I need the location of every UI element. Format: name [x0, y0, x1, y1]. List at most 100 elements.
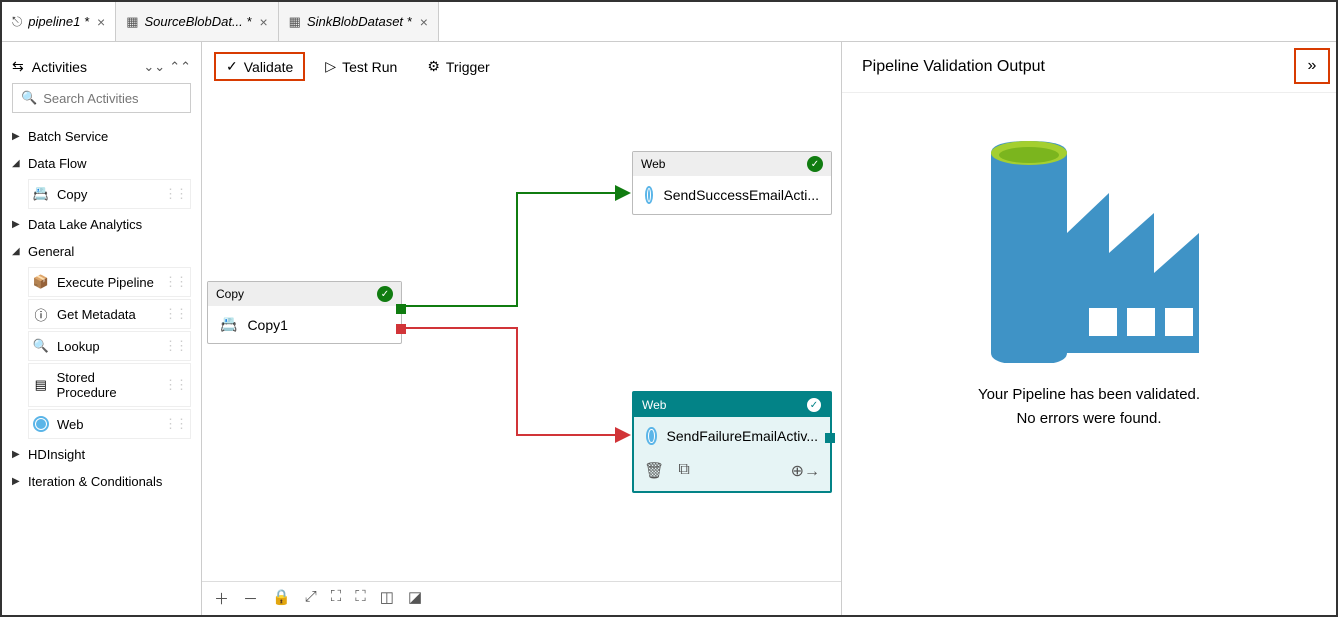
node-name: Copy1 — [247, 317, 287, 333]
validation-msg-2: No errors were found. — [978, 407, 1200, 431]
web-icon — [646, 427, 657, 445]
group-data-flow[interactable]: ◢Data Flow — [12, 150, 191, 177]
grip-icon: ⋮⋮ — [164, 186, 186, 202]
close-icon[interactable]: × — [420, 14, 428, 30]
tab-sourceblob[interactable]: ▦ SourceBlobDat... * × — [116, 2, 278, 41]
close-icon[interactable]: × — [97, 14, 105, 30]
pipeline-icon: ⎋ — [12, 14, 22, 30]
collapse-panel-button[interactable]: » — [1294, 48, 1330, 84]
node-copy[interactable]: Copy ✓ 📇 Copy1 — [207, 281, 402, 344]
fit-icon[interactable]: ⤢ — [305, 588, 317, 609]
grip-icon: ⋮⋮ — [164, 306, 186, 322]
web-icon — [33, 416, 49, 432]
copy-icon: 📇 — [33, 186, 49, 202]
canvas-area: ✓Validate ▷Test Run ⚙Trigger Copy✓ 📇Copy… — [202, 42, 841, 615]
minimap-icon[interactable]: ◪ — [408, 588, 422, 609]
expand-all-icon[interactable]: ⌃⌃ — [169, 59, 191, 75]
activity-web[interactable]: Web ⋮⋮ — [28, 409, 191, 439]
canvas-toolbar: ✓Validate ▷Test Run ⚙ Trigger — [202, 42, 841, 91]
validate-label: Validate — [244, 59, 294, 75]
activity-copy[interactable]: 📇 Copy ⋮⋮ — [28, 179, 191, 209]
collapse-all-icon[interactable]: ⌄⌄ — [143, 59, 165, 75]
group-label: HDInsight — [28, 447, 85, 462]
node-type: Copy — [216, 287, 244, 301]
add-output-icon[interactable]: ⊕→ — [791, 461, 820, 481]
grip-icon: ⋮⋮ — [164, 416, 186, 432]
activity-get-metadata[interactable]: ⓘ Get Metadata ⋮⋮ — [28, 299, 191, 329]
activity-label: Web — [57, 417, 84, 432]
tab-label: pipeline1 * — [28, 14, 89, 29]
zoom-out-icon[interactable]: － — [243, 588, 258, 609]
validation-panel: Pipeline Validation Output » Your Pipeli… — [841, 42, 1336, 615]
activity-execute-pipeline[interactable]: 📦 Execute Pipeline ⋮⋮ — [28, 267, 191, 297]
activities-sidebar: ⇆ Activities ⌄⌄ ⌃⌃ 🔍 ▶Batch Service ◢Dat… — [2, 42, 202, 615]
activities-header: ⇆ Activities ⌄⌄ ⌃⌃ — [12, 50, 191, 83]
activity-label: Copy — [57, 187, 87, 202]
tab-pipeline1[interactable]: ⎋ pipeline1 * × — [2, 2, 116, 41]
search-field[interactable] — [43, 91, 182, 106]
node-name: SendFailureEmailActiv... — [667, 428, 818, 444]
zoom-in-icon[interactable]: ＋ — [214, 588, 229, 609]
dataset-icon: ▦ — [289, 14, 301, 30]
activity-lookup[interactable]: 🔍Lookup⋮⋮ — [28, 331, 191, 361]
group-label: General — [28, 244, 74, 259]
chevron-right-icon: ▶ — [12, 476, 22, 487]
node-type: Web — [642, 398, 666, 412]
status-ok-icon: ✓ — [377, 286, 393, 302]
group-general[interactable]: ◢ General — [12, 238, 191, 265]
validate-button[interactable]: ✓Validate — [214, 52, 305, 81]
close-icon[interactable]: × — [259, 14, 267, 30]
group-batch-service[interactable]: ▶Batch Service — [12, 123, 191, 150]
failure-port[interactable] — [396, 324, 406, 334]
trigger-icon: ⚙ — [427, 58, 440, 75]
copy-icon: 📇 — [220, 316, 237, 333]
clone-icon[interactable]: ⧉ — [678, 461, 689, 481]
tab-label: SourceBlobDat... * — [145, 14, 252, 29]
output-port[interactable] — [825, 433, 835, 443]
execute-pipeline-icon: 📦 — [33, 274, 49, 290]
chevron-down-icon: ◢ — [12, 246, 22, 257]
testrun-button[interactable]: ▷Test Run — [315, 54, 407, 79]
success-port[interactable] — [396, 304, 406, 314]
autolayout-icon[interactable]: ◫ — [380, 588, 394, 609]
chevron-right-icon: ▶ — [12, 449, 22, 460]
trigger-label: Trigger — [446, 59, 490, 75]
activity-label: Lookup — [57, 339, 100, 354]
grip-icon: ⋮⋮ — [164, 274, 186, 290]
tab-label: SinkBlobDataset * — [307, 14, 412, 29]
lock-icon[interactable]: 🔒 — [272, 588, 291, 609]
chevron-down-icon: ◢ — [12, 158, 22, 169]
stored-procedure-icon: ▤ — [33, 377, 49, 393]
activity-label: Stored Procedure — [57, 370, 156, 400]
fullscreen-icon[interactable]: ⛶ — [355, 588, 366, 609]
pipeline-canvas[interactable]: Copy ✓ 📇 Copy1 Web ✓ SendSuccessEmailActi..… — [202, 91, 841, 581]
trigger-button[interactable]: ⚙ Trigger — [417, 54, 499, 79]
group-hdinsight[interactable]: ▶ HDInsight — [12, 441, 191, 468]
dataset-icon: ▦ — [126, 14, 138, 30]
validation-msg-1: Your Pipeline has been validated. — [978, 383, 1200, 407]
node-name: SendSuccessEmailActi... — [663, 187, 819, 203]
group-data-lake[interactable]: ▶Data Lake Analytics — [12, 211, 191, 238]
group-label: Data Lake Analytics — [28, 217, 142, 232]
delete-icon[interactable]: 🗑 — [644, 461, 664, 481]
info-icon: ⓘ — [33, 306, 49, 322]
activities-icon: ⇆ — [12, 58, 24, 75]
node-type: Web — [641, 157, 665, 171]
validation-title: Pipeline Validation Output — [862, 58, 1045, 76]
factory-illustration — [959, 133, 1219, 363]
status-ok-icon: ✓ — [807, 156, 823, 172]
node-web-success[interactable]: Web ✓ SendSuccessEmailActi... — [632, 151, 832, 215]
group-label: Iteration & Conditionals — [28, 474, 162, 489]
activities-title: Activities — [32, 59, 87, 75]
search-input[interactable]: 🔍 — [12, 83, 191, 113]
group-iteration[interactable]: ▶ Iteration & Conditionals — [12, 468, 191, 495]
node-web-failure[interactable]: Web✓ SendFailureEmailActiv... 🗑 ⧉ ⊕→ — [632, 391, 832, 493]
testrun-label: Test Run — [342, 59, 397, 75]
activity-label: Get Metadata — [57, 307, 136, 322]
web-icon — [645, 186, 653, 204]
activity-label: Execute Pipeline — [57, 275, 154, 290]
activity-stored-procedure[interactable]: ▤Stored Procedure⋮⋮ — [28, 363, 191, 407]
zoom-100-icon[interactable]: ⛶ — [331, 588, 342, 609]
tab-bar: ⎋ pipeline1 * × ▦ SourceBlobDat... * × ▦… — [2, 2, 1336, 42]
tab-sinkblob[interactable]: ▦ SinkBlobDataset * × — [279, 2, 439, 41]
